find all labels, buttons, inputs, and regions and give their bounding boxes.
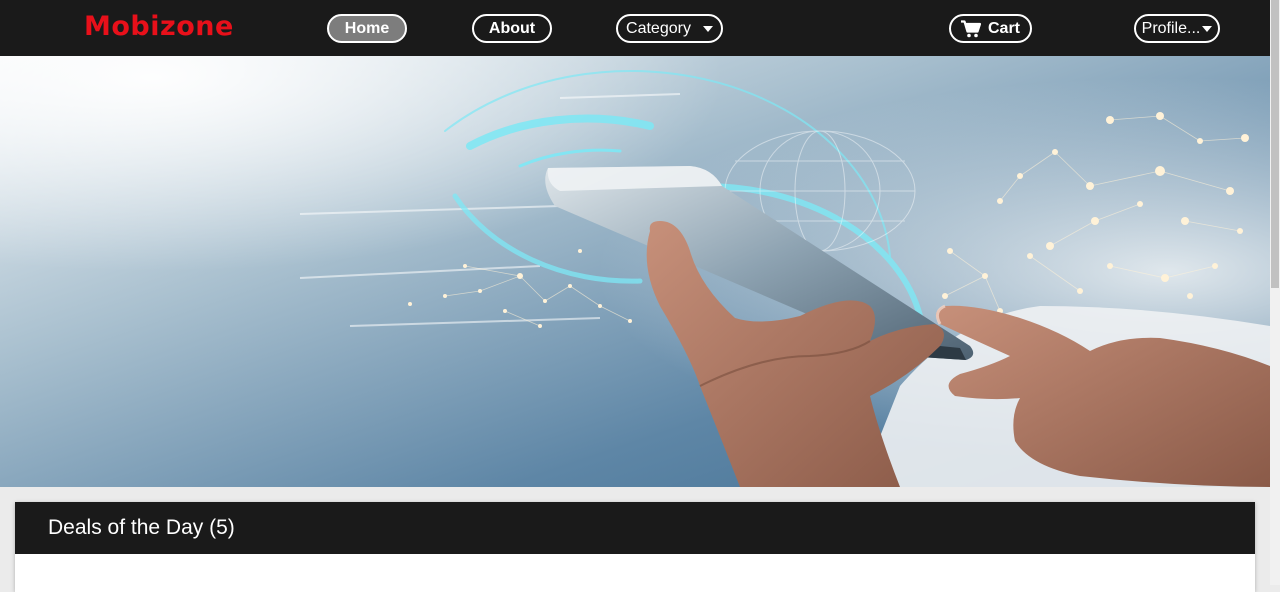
nav-cart-label: Cart: [987, 19, 1020, 37]
nav-home-label: Home: [344, 19, 390, 37]
caret-down-icon: [702, 25, 713, 32]
caret-down-icon: [1202, 25, 1213, 32]
nav-category-label: Category: [626, 19, 691, 37]
hero-image: [0, 56, 1270, 487]
brand-logo[interactable]: Mobizone: [84, 9, 234, 45]
nav-profile-label: Profile...: [1141, 19, 1201, 37]
nav-about-button[interactable]: About: [472, 14, 552, 43]
deals-title: Deals of the Day (5): [48, 516, 235, 539]
shopping-cart-icon: [960, 19, 981, 37]
hero-banner: [0, 56, 1270, 487]
deals-header: Deals of the Day (5): [15, 502, 1255, 554]
nav-about-label: About: [488, 19, 536, 37]
nav-home-button[interactable]: Home: [327, 14, 407, 43]
nav-category-dropdown[interactable]: Category: [616, 14, 723, 43]
deals-section: Deals of the Day (5): [15, 502, 1255, 592]
page-scrollbar-thumb[interactable]: [1271, 0, 1279, 288]
top-navbar: Mobizone Home About Category Cart Profil…: [0, 0, 1270, 56]
nav-profile-dropdown[interactable]: Profile...: [1134, 14, 1220, 43]
nav-cart-button[interactable]: Cart: [949, 14, 1032, 43]
